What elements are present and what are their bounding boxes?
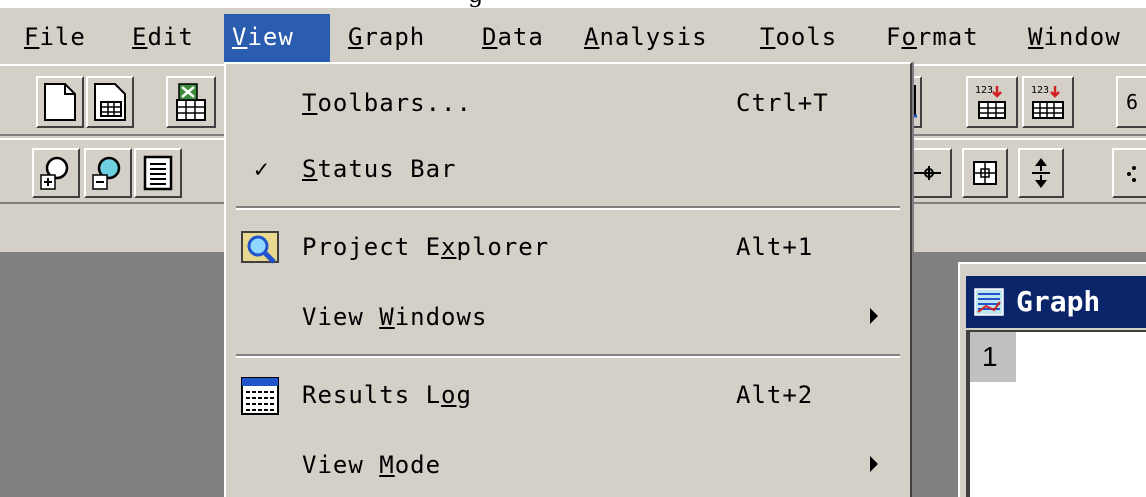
menu-item-status-bar[interactable]: ✓ Status Bar bbox=[226, 134, 910, 204]
menu-window[interactable]: Window bbox=[1020, 14, 1129, 62]
view-menu-dropdown: Toolbars... Ctrl+T ✓ Status Bar Project … bbox=[224, 62, 912, 497]
graph-window-icon bbox=[974, 288, 1004, 316]
graph-window[interactable]: Graph 1 bbox=[958, 262, 1146, 497]
results-log-shortcut: Alt+2 bbox=[736, 381, 814, 409]
window-title-fragment: g bbox=[468, 0, 483, 8]
submenu-arrow-icon bbox=[870, 308, 878, 324]
menu-item-view-mode[interactable]: View Mode bbox=[226, 430, 910, 497]
add-columns-icon: 123 bbox=[1031, 85, 1064, 119]
submenu-arrow-icon bbox=[870, 456, 878, 472]
layer-tab-1[interactable]: 1 bbox=[970, 332, 1016, 382]
new-worksheet-icon bbox=[94, 83, 126, 121]
menu-edit[interactable]: Edit bbox=[124, 14, 202, 62]
menu-separator bbox=[236, 206, 900, 210]
new-worksheet-button[interactable] bbox=[86, 76, 134, 128]
new-project-button[interactable] bbox=[36, 76, 84, 128]
excel-worksheet-icon bbox=[176, 83, 206, 121]
new-excel-button[interactable] bbox=[166, 76, 216, 128]
add-rows-icon: 123 bbox=[975, 85, 1006, 119]
menu-view[interactable]: View bbox=[224, 14, 330, 62]
screen-reader-icon bbox=[973, 161, 997, 185]
view-windows-label: View Windows bbox=[302, 303, 488, 331]
results-log-icon bbox=[241, 377, 279, 415]
menu-bar: File Edit View Graph Data Analysis Tools… bbox=[0, 8, 1146, 64]
zoom-out-icon bbox=[92, 156, 121, 190]
toolbars-shortcut: Ctrl+T bbox=[736, 89, 829, 117]
project-explorer-shortcut: Alt+1 bbox=[736, 233, 814, 261]
crosshair-icon bbox=[912, 166, 941, 180]
menu-item-project-explorer[interactable]: Project Explorer Alt+1 bbox=[226, 212, 910, 282]
zoom-in-icon bbox=[40, 156, 69, 190]
whole-page-button[interactable] bbox=[134, 148, 182, 198]
menu-item-results-log[interactable]: Results Log Alt+2 bbox=[226, 360, 910, 430]
menu-file[interactable]: File bbox=[16, 14, 94, 62]
menu-item-toolbars[interactable]: Toolbars... Ctrl+T bbox=[226, 68, 910, 138]
window-title-strip: g bbox=[0, 0, 1146, 8]
menu-separator bbox=[236, 354, 900, 358]
zoom-out-button[interactable] bbox=[84, 148, 132, 198]
graph-page[interactable]: 1 bbox=[966, 330, 1146, 497]
add-rows-button[interactable]: 123 bbox=[966, 76, 1018, 128]
view-mode-label: View Mode bbox=[302, 451, 442, 479]
vertical-arrows-icon bbox=[1032, 158, 1050, 188]
menu-graph[interactable]: Graph bbox=[340, 14, 433, 62]
add-columns-button[interactable]: 123 bbox=[1022, 76, 1074, 128]
screen-reader-button[interactable] bbox=[962, 148, 1008, 198]
counter-label-2: 123 bbox=[1031, 85, 1049, 96]
menu-analysis[interactable]: Analysis bbox=[576, 14, 716, 62]
vertical-cursor-button[interactable] bbox=[1018, 148, 1064, 198]
graph-window-title: Graph bbox=[1016, 285, 1101, 318]
toolbar-edge-glyph: 6 bbox=[1126, 90, 1139, 114]
dots-icon bbox=[1127, 166, 1136, 182]
counter-label-1: 123 bbox=[975, 85, 993, 96]
toolbars-label: Toolbars... bbox=[302, 89, 472, 117]
graph-window-titlebar[interactable]: Graph bbox=[966, 276, 1146, 328]
zoom-in-button[interactable] bbox=[32, 148, 80, 198]
toolbar-button-edge[interactable]: 6 bbox=[1116, 76, 1146, 128]
menu-tools[interactable]: Tools bbox=[752, 14, 845, 62]
checkmark-icon: ✓ bbox=[254, 155, 270, 183]
project-explorer-icon bbox=[241, 231, 279, 264]
new-document-icon bbox=[44, 83, 76, 121]
menu-format[interactable]: Format bbox=[878, 14, 987, 62]
results-log-label: Results Log bbox=[302, 381, 472, 409]
scatter-tool-button[interactable] bbox=[1112, 148, 1146, 198]
menu-data[interactable]: Data bbox=[474, 14, 552, 62]
page-icon bbox=[143, 155, 173, 191]
menu-item-view-windows[interactable]: View Windows bbox=[226, 282, 910, 352]
status-bar-label: Status Bar bbox=[302, 155, 457, 183]
project-explorer-label: Project Explorer bbox=[302, 233, 550, 261]
